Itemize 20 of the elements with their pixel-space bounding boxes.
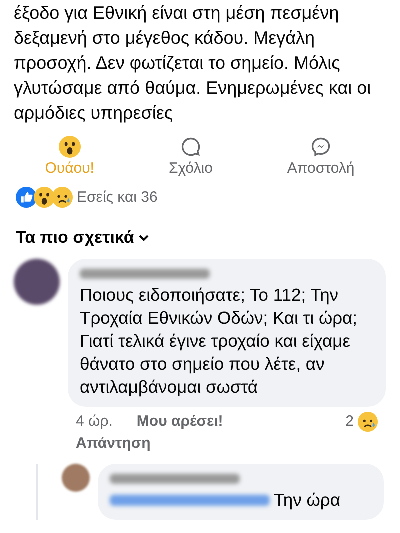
comment-text: Ποιους ειδοποιήσατε; Το 112; Την Τροχαία Εθνικών Οδών; Και τι ώρα; Γιατί τελικά έγινε τροχαίο και είχαμε θάνατο στο σημείο που λέτε, αν αντιλαμβάνομαι σωστά xyxy=(80,284,359,398)
messenger-icon xyxy=(310,136,332,158)
send-button[interactable]: Αποστολή xyxy=(279,134,363,182)
avatar[interactable] xyxy=(62,464,90,492)
reaction-summary[interactable]: Εσείς και 36 xyxy=(77,186,158,209)
reply-link[interactable]: Απάντηση xyxy=(76,435,151,452)
comment-button[interactable]: Σχόλιο xyxy=(160,134,221,182)
reply-text: Την ώρα xyxy=(274,490,340,510)
sort-dropdown[interactable]: Τα πιο σχετικά xyxy=(16,225,150,250)
comment-time: 4 ώρ. xyxy=(76,412,113,432)
like-link[interactable]: Μου αρέσει! xyxy=(136,410,224,433)
crying-face-icon xyxy=(358,412,378,432)
thumbs-up-icon xyxy=(16,187,37,208)
crying-face-icon xyxy=(52,187,73,208)
post-text: έξοδο για Εθνική είναι στη μέση πεσμένη δεξαμενή στο μέγεθος κάδου. Μεγάλη προσοχή. Δεν φωτίζεται το σημείο. Μόλις γλυτώσαμε από θαύμα. Ενημερωμένες και οι αρμόδιες υπηρεσίες xyxy=(13,2,372,125)
surprised-face-icon xyxy=(34,187,55,208)
surprised-face-icon xyxy=(58,136,81,158)
avatar[interactable] xyxy=(14,258,60,304)
speech-bubble-icon xyxy=(180,136,202,158)
reaction-count: 2 xyxy=(346,410,378,433)
